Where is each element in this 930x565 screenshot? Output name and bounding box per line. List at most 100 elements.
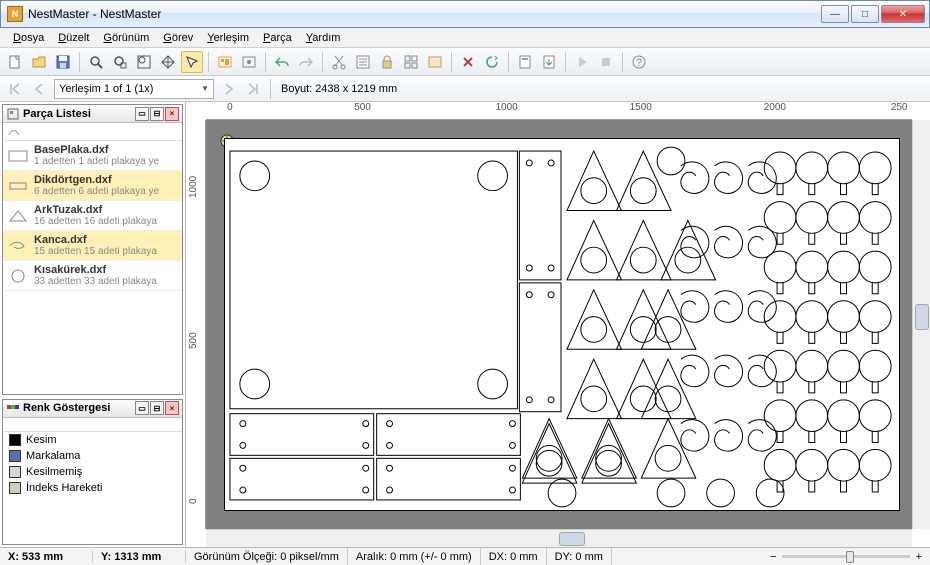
size-value: 2438 x 1219 mm <box>315 83 397 95</box>
minimize-button[interactable]: — <box>821 5 849 23</box>
legend-swatch <box>9 434 21 446</box>
layout-combo-value: Yerleşim 1 of 1 (1x) <box>59 83 153 95</box>
part-desc: 33 adetten 33 adeti plakaya <box>34 276 157 287</box>
delete-icon[interactable] <box>457 51 479 73</box>
menu-yardım[interactable]: Yardım <box>299 30 348 46</box>
close-button[interactable]: ✕ <box>881 5 925 23</box>
zoom-in-icon[interactable]: + <box>916 551 922 563</box>
help-icon[interactable]: ? <box>628 51 650 73</box>
panel-pin-icon[interactable]: ⊟ <box>150 401 164 415</box>
part-row[interactable]: Dikdörtgen.dxf6 adetten 6 adeti plakaya … <box>3 171 182 201</box>
part-desc: 16 adetten 16 adeti plakaya <box>34 216 157 227</box>
scrollbar-horizontal[interactable] <box>206 529 912 547</box>
new-icon[interactable] <box>4 51 26 73</box>
play-icon[interactable] <box>571 51 593 73</box>
zoom-slider[interactable] <box>782 555 909 558</box>
left-panel: Parça Listesi ▭ ⊟ × BasePlaka.dxf1 adett… <box>0 102 186 547</box>
menu-görünüm[interactable]: Görünüm <box>96 30 156 46</box>
menu-görev[interactable]: Görev <box>156 30 200 46</box>
select-icon[interactable] <box>181 51 203 73</box>
legend-panel: Renk Göstergesi ▭ ⊟ × KesimMarkalamaKesi… <box>2 399 183 545</box>
zoom-extents-icon[interactable] <box>133 51 155 73</box>
legend-label: Kesilmemiş <box>26 466 82 478</box>
redo-icon[interactable] <box>295 51 317 73</box>
legend-swatch <box>9 482 21 494</box>
nest-settings-icon[interactable] <box>238 51 260 73</box>
parts-list: BasePlaka.dxf1 adetten 1 adeti plakaya y… <box>3 141 182 394</box>
next-icon[interactable] <box>217 78 239 100</box>
part-shape-icon <box>7 148 29 164</box>
open-icon[interactable] <box>28 51 50 73</box>
report-icon[interactable] <box>514 51 536 73</box>
scrollbar-thumb[interactable] <box>559 532 585 546</box>
menu-parça[interactable]: Parça <box>256 30 299 46</box>
nested-parts-drawing <box>225 139 899 510</box>
menubar: DosyaDüzeltGörünümGörevYerleşimParçaYard… <box>0 28 930 48</box>
part-shape-icon <box>7 238 29 254</box>
panel-close-icon[interactable]: × <box>165 401 179 415</box>
main-toolbar: ? <box>0 48 930 76</box>
menu-yerleşim[interactable]: Yerleşim <box>200 30 256 46</box>
rotate-icon[interactable] <box>481 51 503 73</box>
panel-view-icon[interactable]: ▭ <box>135 401 149 415</box>
part-row[interactable]: ArkTuzak.dxf16 adetten 16 adeti plakaya <box>3 201 182 231</box>
chevron-down-icon: ▼ <box>201 84 209 93</box>
lock-icon[interactable] <box>376 51 398 73</box>
legend-label: Markalama <box>26 450 80 462</box>
legend-row: Kesim <box>3 432 182 448</box>
part-row[interactable]: Kanca.dxf15 adetten 15 adeti plakaya <box>3 231 182 261</box>
parts-icon <box>6 107 20 121</box>
canvas-area: 0500100015002000250 05001000 <box>186 102 930 547</box>
undo-icon[interactable] <box>271 51 293 73</box>
stop-icon[interactable] <box>595 51 617 73</box>
zoom-fit-icon[interactable] <box>109 51 131 73</box>
zoom-slider-area: − + <box>770 551 930 563</box>
parts-panel-header: Parça Listesi ▭ ⊟ × <box>3 105 182 123</box>
part-row[interactable]: Kısakürek.dxf33 adetten 33 adeti plakaya <box>3 261 182 291</box>
grid-icon[interactable] <box>400 51 422 73</box>
nesting-sheet[interactable] <box>224 138 900 511</box>
properties-icon[interactable] <box>352 51 374 73</box>
legend-label: Kesim <box>26 434 57 446</box>
layout-combo[interactable]: Yerleşim 1 of 1 (1x) ▼ <box>54 79 214 99</box>
legend-swatch <box>9 466 21 478</box>
part-shape-icon <box>7 268 29 284</box>
panel-close-icon[interactable]: × <box>165 107 179 121</box>
export-icon[interactable] <box>538 51 560 73</box>
legend-label: İndeks Hareketi <box>26 482 102 494</box>
part-shape-icon <box>7 208 29 224</box>
ruler-horizontal: 0500100015002000250 <box>206 102 912 120</box>
part-name: Kanca.dxf <box>34 234 157 246</box>
legend-list: Kesim Markalama Kesilmemiş İndeks Hareketi <box>3 432 182 544</box>
slider-knob[interactable] <box>846 551 854 563</box>
viewport[interactable] <box>206 120 912 529</box>
status-y: Y: 1313 mm <box>93 551 186 563</box>
panel-pin-icon[interactable]: ⊟ <box>150 107 164 121</box>
panel-view-icon[interactable]: ▭ <box>135 107 149 121</box>
part-shape-icon <box>7 178 29 194</box>
scrollbar-thumb[interactable] <box>915 304 929 330</box>
first-icon[interactable] <box>4 78 26 100</box>
legend-swatch <box>9 450 21 462</box>
menu-dosya[interactable]: Dosya <box>6 30 51 46</box>
cut-icon[interactable] <box>328 51 350 73</box>
status-scale: Görünüm Ölçeği: 0 piksel/mm <box>186 548 348 565</box>
menu-düzelt[interactable]: Düzelt <box>51 30 96 46</box>
ruler-vertical: 05001000 <box>186 120 206 529</box>
svg-text:?: ? <box>636 57 642 69</box>
status-dy: DY: 0 mm <box>547 548 612 565</box>
nest-run-icon[interactable] <box>214 51 236 73</box>
last-icon[interactable] <box>242 78 264 100</box>
scrollbar-vertical[interactable] <box>912 120 930 529</box>
zoom-out-icon[interactable]: − <box>770 551 776 563</box>
zoom-icon[interactable] <box>85 51 107 73</box>
palette-icon <box>6 401 20 415</box>
prev-icon[interactable] <box>29 78 51 100</box>
save-icon[interactable] <box>52 51 74 73</box>
part-desc: 1 adetten 1 adeti plakaya ye <box>34 156 159 167</box>
app-icon: N <box>7 6 23 22</box>
part-row[interactable]: BasePlaka.dxf1 adetten 1 adeti plakaya y… <box>3 141 182 171</box>
pan-icon[interactable] <box>157 51 179 73</box>
maximize-button[interactable]: □ <box>851 5 879 23</box>
sheet-icon[interactable] <box>424 51 446 73</box>
